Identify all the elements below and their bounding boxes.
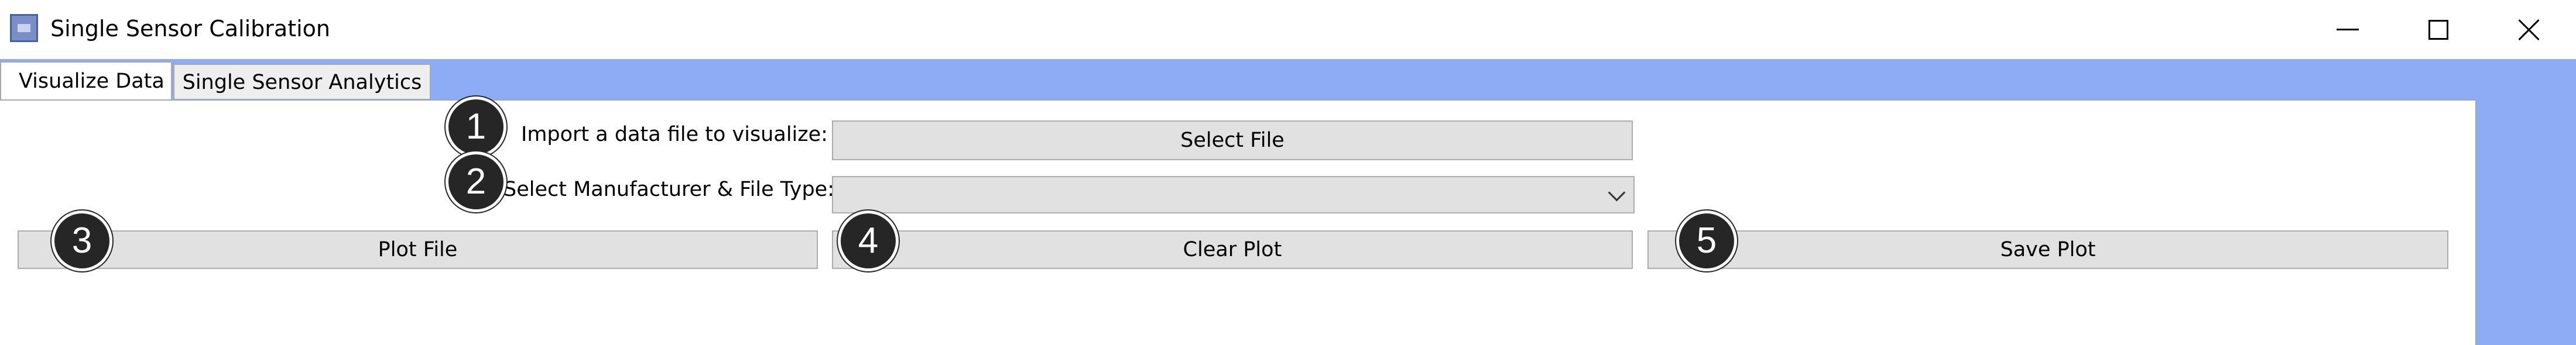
tab-single-sensor-analytics[interactable]: Single Sensor Analytics: [173, 64, 431, 99]
maximize-icon: [2428, 19, 2448, 40]
maximize-button[interactable]: [2395, 0, 2482, 59]
minimize-icon: [2337, 29, 2359, 30]
manufacturer-file-type-select[interactable]: [832, 176, 1635, 213]
save-plot-button[interactable]: Save Plot: [1647, 230, 2448, 269]
step-badge-4: 4: [838, 211, 899, 271]
title-bar: Single Sensor Calibration: [0, 0, 2576, 59]
clear-plot-button[interactable]: Clear Plot: [832, 230, 1633, 269]
app-window-icon: [10, 14, 38, 42]
window-title: Single Sensor Calibration: [50, 16, 330, 42]
select-file-button[interactable]: Select File: [832, 120, 1633, 160]
step-badge-3: 3: [52, 211, 112, 271]
step-badge-5: 5: [1676, 211, 1737, 271]
tab-visualize-data[interactable]: Visualize Data: [0, 61, 172, 101]
step-badge-2: 2: [446, 151, 506, 212]
minimize-button[interactable]: [2304, 0, 2392, 59]
chevron-down-icon: [1608, 184, 1626, 202]
import-label: Import a data file to visualize:: [521, 123, 828, 146]
close-icon: [2517, 18, 2541, 42]
plot-file-button[interactable]: Plot File: [18, 230, 818, 269]
manufacturer-label: Select Manufacturer & File Type:: [503, 178, 834, 201]
close-button[interactable]: [2485, 0, 2573, 59]
step-badge-1: 1: [446, 96, 506, 157]
